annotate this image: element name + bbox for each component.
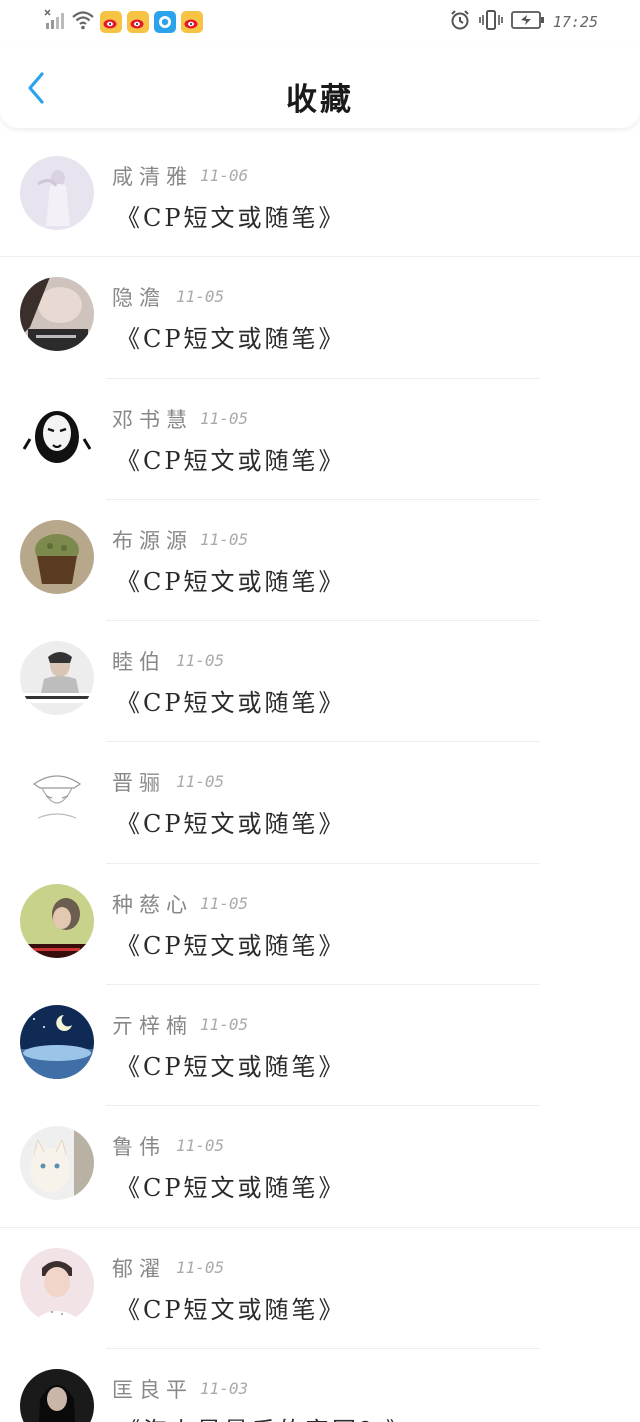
post-date: 11-05	[200, 408, 249, 428]
post-date: 11-05	[176, 287, 225, 307]
author-name: 亓梓楠	[112, 1014, 193, 1039]
post-title[interactable]: 《CP短文或随笔》	[116, 683, 346, 718]
author-name: 咸清雅	[112, 165, 193, 189]
avatar[interactable]	[20, 519, 94, 594]
author-name: 匡良平	[112, 1377, 193, 1402]
no-sim-icon	[44, 9, 66, 35]
status-time: 17:25	[552, 13, 598, 31]
post-title[interactable]: 《CP短文或随笔》	[116, 441, 346, 476]
author-name: 睦伯	[112, 650, 166, 675]
avatar[interactable]	[20, 277, 94, 352]
list-item[interactable]: 咸清雅 11-06 《CP短文或随笔》	[0, 136, 640, 258]
post-date: 11-05	[176, 772, 225, 792]
list-item[interactable]: 邓书慧 11-05 《CP短文或随笔》	[0, 379, 640, 500]
avatar[interactable]	[20, 1005, 94, 1080]
status-left-icons	[44, 9, 203, 35]
avatar[interactable]	[20, 156, 94, 230]
avatar[interactable]	[20, 883, 94, 958]
author-name: 布源源	[112, 528, 193, 553]
battery-icon	[510, 9, 545, 35]
avatar[interactable]	[20, 641, 94, 716]
author-name: 晋骊	[112, 771, 166, 796]
avatar[interactable]	[20, 1368, 94, 1422]
post-title[interactable]: 《CP短文或随笔》	[116, 319, 346, 354]
post-date: 11-03	[200, 1378, 249, 1398]
author-name: 鲁伟	[112, 1135, 166, 1160]
author-name: 邓书慧	[112, 407, 193, 432]
weibo-icon	[181, 11, 203, 33]
status-right-icons: 17:25	[449, 9, 598, 35]
avatar[interactable]	[20, 398, 94, 473]
list-item[interactable]: 亓梓楠 11-05 《CP短文或随笔》	[0, 985, 640, 1107]
post-date: 11-05	[176, 1136, 225, 1156]
list-item[interactable]: 匡良平 11-03 《海上是最后的家园？》	[0, 1349, 640, 1422]
post-title[interactable]: 《CP短文或随笔》	[116, 198, 346, 233]
list-item[interactable]: 隐澹 11-05 《CP短文或随笔》	[0, 257, 640, 379]
post-date: 11-05	[176, 1257, 225, 1277]
post-title[interactable]: 《CP短文或随笔》	[116, 804, 346, 839]
alarm-icon	[449, 9, 471, 35]
post-title[interactable]: 《CP短文或随笔》	[116, 562, 346, 597]
list-item[interactable]: 鲁伟 11-05 《CP短文或随笔》	[0, 1106, 640, 1228]
avatar[interactable]	[20, 762, 94, 837]
post-title[interactable]: 《CP短文或随笔》	[116, 1047, 346, 1082]
status-bar: 17:25	[0, 0, 640, 44]
avatar[interactable]	[20, 1247, 94, 1322]
post-title[interactable]: 《海上是最后的家园？》	[116, 1411, 413, 1422]
post-title[interactable]: 《CP短文或随笔》	[116, 1168, 346, 1203]
post-date: 11-05	[200, 529, 249, 549]
list-item[interactable]: 睦伯 11-05 《CP短文或随笔》	[0, 621, 640, 743]
post-title[interactable]: 《CP短文或随笔》	[116, 926, 346, 961]
list-item[interactable]: 种慈心 11-05 《CP短文或随笔》	[0, 864, 640, 986]
vibrate-icon	[479, 9, 503, 35]
wifi-icon	[71, 9, 95, 35]
post-date: 11-05	[200, 893, 249, 913]
avatar[interactable]	[20, 1126, 94, 1201]
header: 收藏	[0, 44, 640, 128]
post-title[interactable]: 《CP短文或随笔》	[116, 1290, 346, 1325]
favorites-list: 咸清雅 11-06 《CP短文或随笔》 隐澹 11-05 《CP短文或随笔》 邓…	[0, 136, 640, 1422]
list-item[interactable]: 晋骊 11-05 《CP短文或随笔》	[0, 742, 640, 864]
weibo-icon	[127, 11, 149, 33]
author-name: 种慈心	[112, 892, 193, 917]
page-title: 收藏	[286, 82, 354, 118]
post-date: 11-06	[200, 166, 249, 185]
qq-icon	[154, 11, 176, 33]
author-name: 郁濯	[112, 1256, 166, 1281]
list-item[interactable]: 布源源 11-05 《CP短文或随笔》	[0, 500, 640, 622]
weibo-icon	[100, 11, 122, 33]
post-date: 11-05	[176, 651, 225, 671]
post-date: 11-05	[200, 1015, 249, 1035]
author-name: 隐澹	[112, 286, 166, 311]
list-item[interactable]: 郁濯 11-05 《CP短文或随笔》	[0, 1228, 640, 1349]
